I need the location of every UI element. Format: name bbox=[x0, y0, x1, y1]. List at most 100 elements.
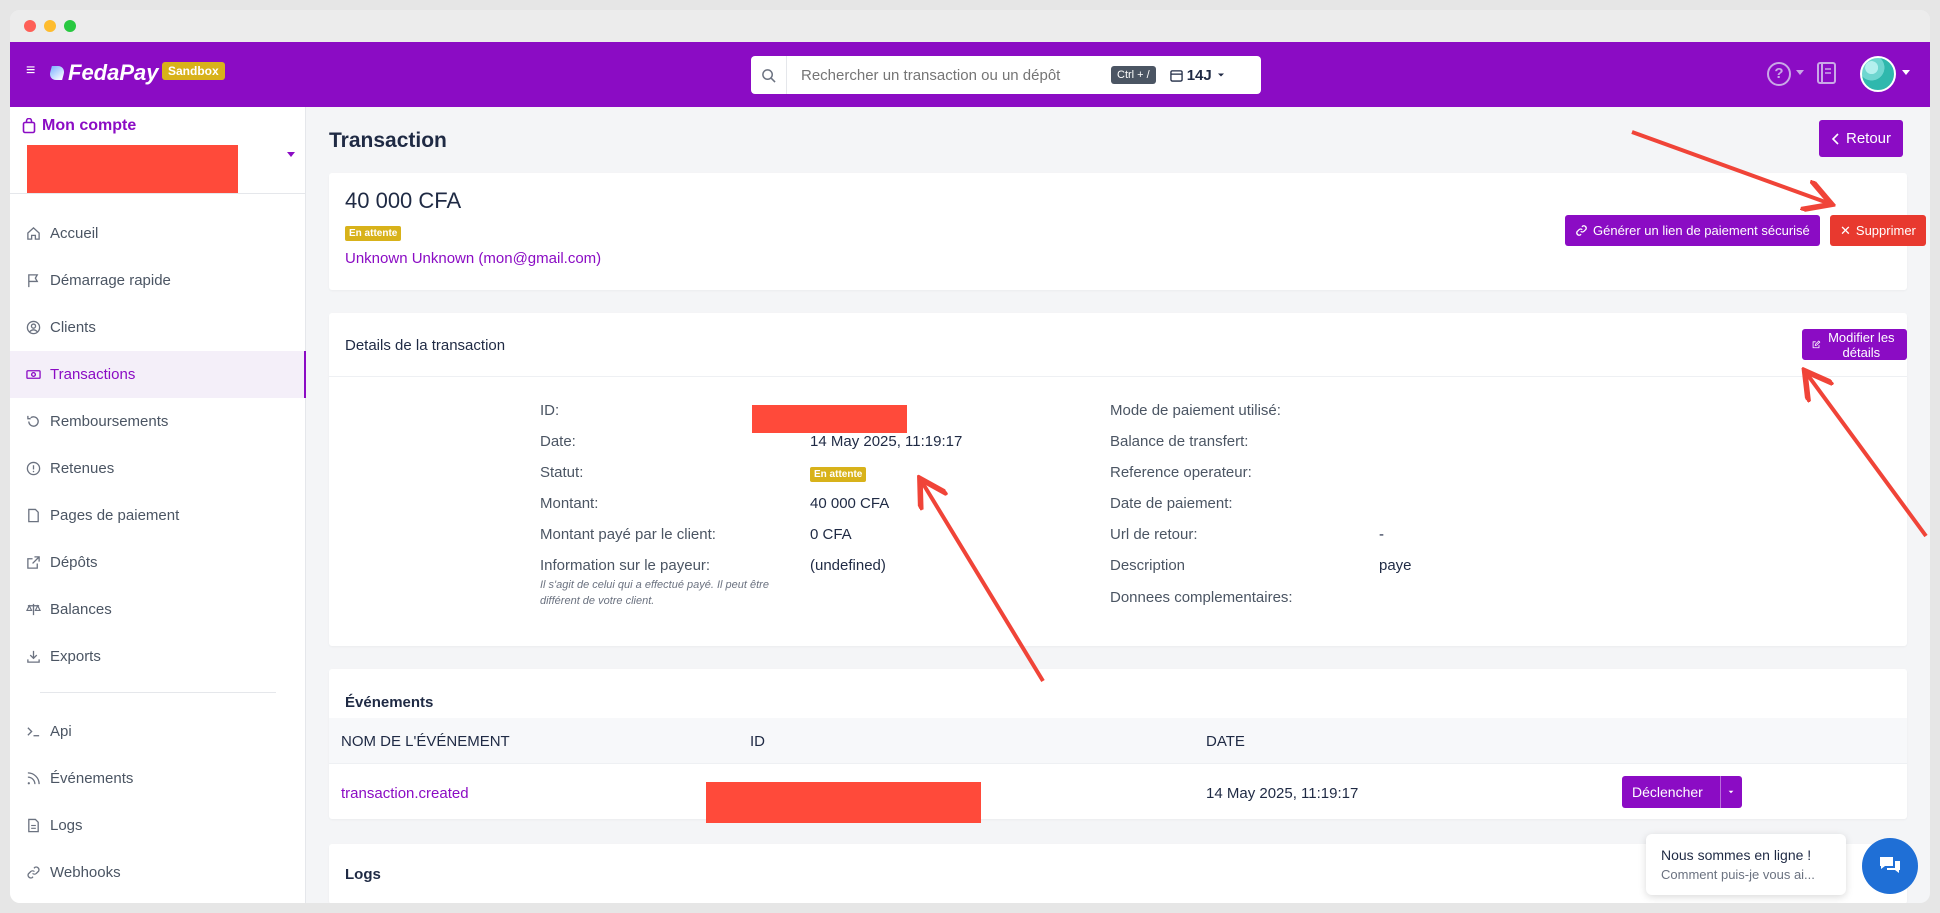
chat-icon bbox=[1880, 857, 1900, 873]
sandbox-badge: Sandbox bbox=[162, 62, 225, 80]
terminal-icon bbox=[26, 724, 41, 739]
shopping-bag-icon bbox=[22, 118, 36, 134]
docs-icon[interactable] bbox=[1816, 61, 1838, 89]
sidebar-item-api[interactable]: Api bbox=[10, 708, 306, 755]
search-bar[interactable]: Ctrl + / 14J bbox=[751, 56, 1261, 94]
flag-icon bbox=[26, 273, 41, 288]
chat-line-1: Nous sommes en ligne ! bbox=[1661, 847, 1812, 863]
account-title: Mon compte bbox=[22, 117, 136, 135]
return-url-label: Url de retour: bbox=[1110, 526, 1198, 543]
transaction-summary-card: 40 000 CFA En attente Unknown Unknown (m… bbox=[329, 173, 1926, 290]
search-icon bbox=[751, 56, 787, 94]
events-table-header: NOM DE L'ÉVÉNEMENT ID DATE bbox=[329, 718, 1907, 764]
edit-details-button[interactable]: Modifier les détails bbox=[1802, 329, 1907, 360]
date-value: 14 May 2025, 11:19:17 bbox=[810, 433, 963, 450]
account-switcher[interactable]: Mon compte bbox=[10, 107, 305, 194]
logs-title: Logs bbox=[345, 866, 381, 883]
close-window-button[interactable] bbox=[24, 20, 36, 32]
scale-icon bbox=[26, 602, 41, 617]
payer-info-value: (undefined) bbox=[810, 557, 886, 574]
column-id: ID bbox=[750, 733, 765, 750]
link-icon bbox=[1576, 225, 1587, 236]
close-icon: ✕ bbox=[1840, 222, 1851, 238]
minimize-window-button[interactable] bbox=[44, 20, 56, 32]
back-button[interactable]: Retour bbox=[1819, 120, 1904, 157]
column-event-name: NOM DE L'ÉVÉNEMENT bbox=[341, 733, 510, 750]
sidebar-divider bbox=[40, 692, 276, 693]
transaction-details-card: Details de la transaction Modifier les d… bbox=[329, 313, 1907, 646]
sidebar-item-retenues[interactable]: Retenues bbox=[10, 445, 306, 492]
link-icon bbox=[26, 865, 41, 880]
rss-icon bbox=[26, 771, 41, 786]
sidebar-item-pages-de-paiement[interactable]: Pages de paiement bbox=[10, 492, 306, 539]
money-icon bbox=[26, 367, 41, 382]
period-value: 14J bbox=[1186, 66, 1212, 84]
status-label: Statut: bbox=[540, 464, 584, 481]
edit-icon bbox=[1812, 340, 1821, 349]
operator-reference-label: Reference operateur: bbox=[1110, 464, 1252, 481]
sidebar-item-remboursements[interactable]: Remboursements bbox=[10, 398, 306, 445]
brand-logo[interactable]: FedaPay bbox=[48, 60, 159, 86]
sidebar-item-depots[interactable]: Dépôts bbox=[10, 539, 306, 586]
sidebar-item-accueil[interactable]: Accueil bbox=[10, 210, 306, 257]
events-title: Événements bbox=[345, 694, 434, 711]
sidebar-item-balances[interactable]: Balances bbox=[10, 586, 306, 633]
home-icon bbox=[26, 226, 41, 241]
sidebar: Mon compte Accueil Démarrage rapide Clie… bbox=[10, 107, 306, 903]
period-selector[interactable]: 14J bbox=[1169, 66, 1226, 84]
browser-window: ≡ FedaPay Sandbox Ctrl + / 14J ? bbox=[10, 10, 1930, 903]
id-label: ID: bbox=[540, 402, 560, 419]
sidebar-item-logs[interactable]: Logs bbox=[10, 802, 306, 849]
chat-launcher-button[interactable] bbox=[1862, 838, 1918, 894]
extra-data-label: Donnees complementaires: bbox=[1110, 589, 1293, 606]
maximize-window-button[interactable] bbox=[64, 20, 76, 32]
details-title: Details de la transaction bbox=[345, 337, 506, 354]
generate-payment-link-button[interactable]: Générer un lien de paiement sécurisé bbox=[1565, 215, 1820, 246]
calendar-icon bbox=[1169, 69, 1183, 82]
events-card: Événements NOM DE L'ÉVÉNEMENT ID DATE tr… bbox=[329, 669, 1907, 823]
avatar[interactable] bbox=[1860, 56, 1896, 92]
user-circle-icon bbox=[26, 320, 41, 335]
menu-icon[interactable]: ≡ bbox=[26, 63, 40, 79]
trigger-button[interactable]: Déclencher bbox=[1622, 776, 1742, 808]
chevron-down-icon bbox=[1217, 73, 1224, 77]
sidebar-item-transactions[interactable]: Transactions bbox=[10, 351, 306, 398]
amount-label: Montant: bbox=[540, 495, 599, 512]
account-caret-icon bbox=[287, 152, 295, 157]
chevron-down-icon[interactable] bbox=[1719, 776, 1742, 808]
details-header: Details de la transaction Modifier les d… bbox=[329, 313, 1907, 377]
chevron-left-icon bbox=[1831, 132, 1839, 145]
chat-bubble[interactable]: Nous sommes en ligne ! Comment puis-je v… bbox=[1646, 834, 1846, 895]
return-url-value: - bbox=[1379, 526, 1384, 543]
customer-link[interactable]: Unknown Unknown (mon@gmail.com) bbox=[345, 250, 601, 267]
event-name-link[interactable]: transaction.created bbox=[341, 785, 469, 802]
payer-info-label: Information sur le payeur: bbox=[540, 557, 711, 574]
redacted-event-id bbox=[706, 782, 981, 823]
description-value: paye bbox=[1379, 557, 1412, 574]
sidebar-item-clients[interactable]: Clients bbox=[10, 304, 306, 351]
sidebar-item-demarrage-rapide[interactable]: Démarrage rapide bbox=[10, 257, 306, 304]
help-caret-icon bbox=[1796, 70, 1804, 75]
transaction-amount: 40 000 CFA bbox=[345, 188, 462, 213]
help-icon[interactable]: ? bbox=[1767, 62, 1791, 86]
sidebar-item-exports[interactable]: Exports bbox=[10, 633, 306, 680]
transfer-balance-label: Balance de transfert: bbox=[1110, 433, 1249, 450]
search-input[interactable] bbox=[787, 66, 1107, 84]
payer-info-hint: Il s'agit de celui qui a effectué payé. … bbox=[540, 579, 769, 607]
delete-button[interactable]: ✕ Supprimer bbox=[1830, 215, 1926, 246]
external-icon bbox=[26, 555, 41, 570]
date-label: Date: bbox=[540, 433, 576, 450]
chat-line-2: Comment puis-je vous ai... bbox=[1661, 867, 1815, 882]
payment-date-label: Date de paiement: bbox=[1110, 495, 1233, 512]
column-date: DATE bbox=[1206, 733, 1245, 750]
status-badge-detail: En attente bbox=[810, 467, 867, 482]
redacted-account-name bbox=[27, 145, 238, 193]
redacted-transaction-id bbox=[752, 405, 907, 433]
amount-value: 40 000 CFA bbox=[810, 495, 890, 512]
paid-amount-label: Montant payé par le client: bbox=[540, 526, 716, 543]
sidebar-item-webhooks[interactable]: Webhooks bbox=[10, 849, 306, 896]
window-titlebar bbox=[10, 10, 1930, 42]
alert-icon bbox=[26, 461, 41, 476]
payment-mode-label: Mode de paiement utilisé: bbox=[1110, 402, 1281, 419]
sidebar-item-evenements[interactable]: Événements bbox=[10, 755, 306, 802]
